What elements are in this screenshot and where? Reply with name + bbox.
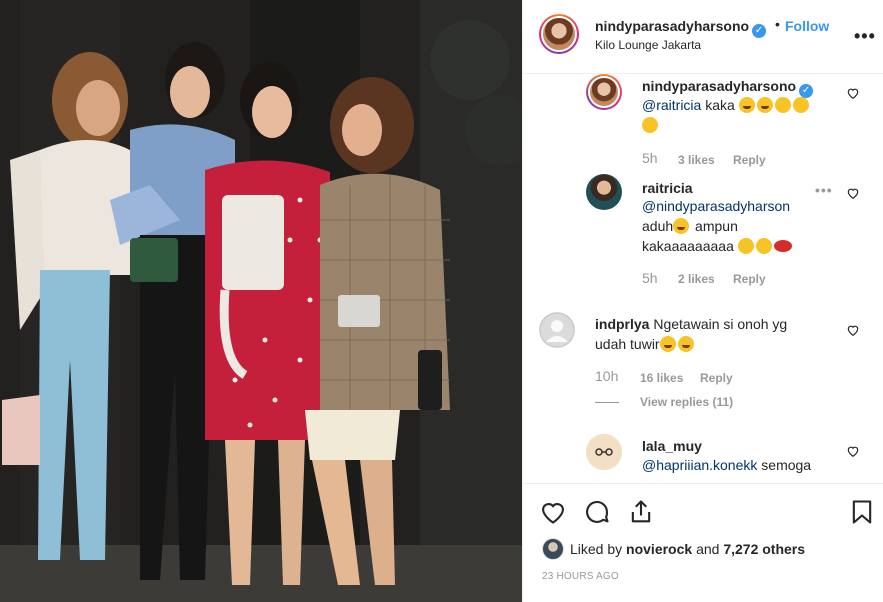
- post-header: nindyparasadyharsono ✓ • Follow Kilo Loun…: [523, 0, 883, 74]
- laughing-emoji-icon: [738, 97, 755, 113]
- heart-icon[interactable]: [539, 498, 567, 526]
- author-username[interactable]: nindyparasadyharsono ✓: [595, 18, 767, 38]
- lips-emoji-icon: [773, 240, 792, 252]
- comment-text: @nindyparasadyharson aduh ampun kakaaaaa…: [642, 196, 847, 256]
- comment-like-heart-icon[interactable]: [846, 186, 860, 200]
- comment-reply-button[interactable]: Reply: [700, 371, 733, 385]
- kiss-emoji-icon: [774, 97, 791, 113]
- comment-likes[interactable]: 16 likes: [640, 371, 683, 385]
- comment-mention[interactable]: @hapriiian.konekk: [642, 457, 757, 473]
- comment-body: kaka: [701, 97, 735, 113]
- comment-likes[interactable]: 3 likes: [678, 153, 715, 167]
- liked-by-user[interactable]: novierock: [626, 541, 692, 557]
- liked-by-prefix: Liked by: [570, 541, 627, 557]
- comment-reply-button[interactable]: Reply: [733, 272, 766, 286]
- liked-by-line: Liked by novierock and 7,272 others: [542, 538, 805, 560]
- glasses-avatar-icon: [586, 434, 622, 470]
- comment-mention[interactable]: @raitricia: [642, 97, 701, 113]
- laughing-emoji-icon: [659, 336, 676, 352]
- comment-body: semoga: [757, 457, 812, 473]
- comment-time[interactable]: 10h: [595, 368, 618, 384]
- default-avatar-icon: [539, 312, 575, 348]
- comment-time[interactable]: 5h: [642, 270, 658, 286]
- post-sidebar: nindyparasadyharsono ✓ • Follow Kilo Loun…: [522, 0, 883, 602]
- comment-body-line2: udah tuwir: [595, 336, 660, 352]
- author-avatar-image: [541, 16, 577, 52]
- comment-like-heart-icon[interactable]: [846, 323, 860, 337]
- comment-time[interactable]: 5h: [642, 150, 658, 166]
- comment-username[interactable]: raitricia: [642, 180, 693, 196]
- comment-likes[interactable]: 2 likes: [678, 272, 715, 286]
- comment-body: Ngetawain si onoh yg: [649, 316, 788, 332]
- laughing-emoji-icon: [756, 97, 773, 113]
- comment-body-cont: ampun: [691, 218, 738, 234]
- kiss-emoji-icon: [737, 238, 754, 254]
- blush-emoji-icon: [755, 238, 772, 254]
- post-photo-illustration: [0, 0, 522, 602]
- view-replies-button[interactable]: View replies (11): [640, 395, 733, 409]
- share-icon[interactable]: [627, 498, 655, 526]
- comment-username[interactable]: lala_muy: [642, 438, 702, 454]
- post-actions: Liked by novierock and 7,272 others 23 H…: [523, 483, 883, 602]
- comment-text: indprlya Ngetawain si onoh yg udah tuwir: [595, 314, 835, 354]
- replies-divider: [595, 402, 619, 403]
- author-username-text[interactable]: nindyparasadyharsono: [595, 18, 749, 34]
- rofl-emoji-icon: [677, 336, 694, 352]
- comment-avatar[interactable]: [586, 74, 622, 110]
- tongue-emoji-icon: [642, 117, 658, 133]
- liked-by-count[interactable]: 7,272 others: [723, 541, 805, 557]
- author-avatar[interactable]: [539, 14, 579, 54]
- comment-avatar-image: [588, 76, 620, 108]
- post-photo[interactable]: [0, 0, 522, 602]
- more-options-icon[interactable]: •••: [854, 26, 876, 47]
- post-timestamp[interactable]: 23 HOURS AGO: [542, 571, 619, 582]
- liked-by-avatar[interactable]: [542, 538, 564, 560]
- comments-list[interactable]: nindyparasadyharsono ✓ @raitricia kaka 5h…: [523, 74, 883, 483]
- comment-icon[interactable]: [583, 498, 611, 526]
- comment-reply-button[interactable]: Reply: [733, 153, 766, 167]
- comment-mention[interactable]: @nindyparasadyharson: [642, 198, 790, 214]
- comment-body: aduh: [642, 218, 674, 234]
- post-location[interactable]: Kilo Lounge Jakarta: [595, 38, 701, 52]
- laughing-emoji-icon: [673, 218, 690, 234]
- kiss-emoji-icon: [792, 97, 809, 113]
- header-separator: •: [775, 16, 780, 32]
- comment-avatar[interactable]: [586, 174, 622, 210]
- liked-by-and: and: [692, 541, 724, 557]
- comment-like-heart-icon[interactable]: [846, 86, 860, 100]
- comment-avatar[interactable]: [539, 312, 575, 348]
- bookmark-icon[interactable]: [848, 498, 876, 526]
- follow-button[interactable]: Follow: [785, 18, 829, 34]
- comment-like-heart-icon[interactable]: [846, 444, 860, 458]
- comment-text: @hapriiian.konekk semoga: [642, 455, 847, 475]
- comment-text: @raitricia kaka: [642, 95, 842, 135]
- verified-badge-icon: ✓: [752, 24, 767, 38]
- comment-username[interactable]: indprlya: [595, 316, 649, 332]
- comment-username-text[interactable]: nindyparasadyharsono: [642, 78, 796, 94]
- comment-body-line3: kakaaaaaaaaa: [642, 238, 738, 254]
- comment-avatar[interactable]: [586, 434, 622, 470]
